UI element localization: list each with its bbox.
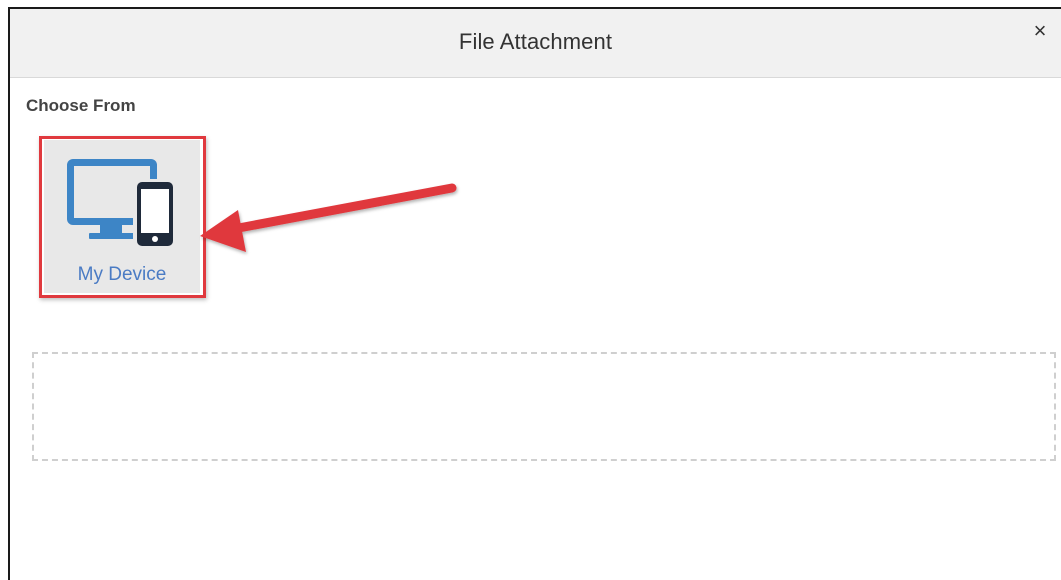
choose-from-label: Choose From bbox=[26, 96, 136, 115]
file-attachment-dialog: File Attachment × Choose From My Device bbox=[0, 0, 1061, 580]
dialog-title: File Attachment bbox=[458, 29, 613, 54]
computer-and-phone-icon bbox=[67, 159, 177, 251]
dialog-frame: File Attachment × Choose From My Device bbox=[8, 7, 1061, 580]
dialog-header: File Attachment × bbox=[10, 9, 1061, 78]
annotation-arrow-icon bbox=[200, 183, 457, 252]
my-device-button[interactable]: My Device bbox=[44, 140, 200, 293]
close-icon[interactable]: × bbox=[1029, 20, 1051, 42]
my-device-label: My Device bbox=[77, 264, 167, 285]
file-drop-zone[interactable] bbox=[32, 352, 1056, 461]
